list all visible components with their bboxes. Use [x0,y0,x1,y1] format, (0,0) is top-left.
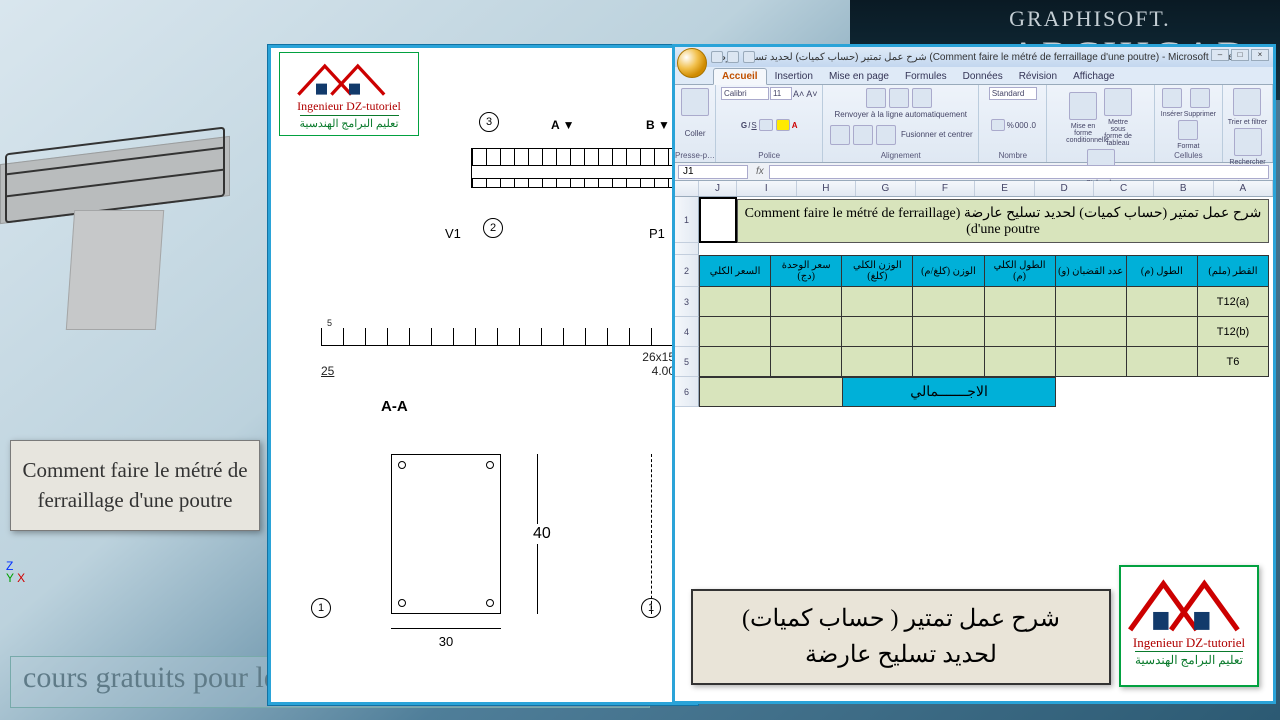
font-name[interactable]: Calibri [721,87,769,100]
active-cell[interactable] [699,197,737,243]
section-AA: A-A 40 30 1 1 [311,398,695,702]
format-table-icon[interactable] [1104,88,1132,116]
window-controls[interactable]: –□× [1211,49,1269,61]
section-arrow-B: B ▼ [646,118,670,132]
grid-bubble-3: 3 [479,112,499,132]
channel-logo-large: Ingenieur DZ-tutoriel تعليم البرامج الهن… [1119,565,1259,687]
table-header-row[interactable]: القطر (ملم)الطول (م)عدد القضبان (و)الطول… [699,255,1269,287]
insert-icon[interactable] [1162,88,1182,108]
ribbon: Coller Presse-p… Calibri11A˄ A˅ G I S A … [675,85,1273,163]
tab-insertion[interactable]: Insertion [767,69,821,84]
table-row: T6 [699,347,1269,377]
dimension-scale: 5 26x15 254.00 [321,318,675,378]
table-row: T12(a) [699,287,1269,317]
beam-elevation: 3 A ▼ B ▼ 2 V1 P1 [411,108,695,268]
section-arrow-A: A ▼ [551,118,574,132]
cond-format-icon[interactable] [1069,92,1097,120]
worksheet[interactable]: J I H G F E D C B A 1 2 3 4 5 6 شرح عمل … [675,181,1273,541]
beam-elevation-bar [471,148,695,188]
tab-donnees[interactable]: Données [955,69,1011,84]
tab-mise-en-page[interactable]: Mise en page [821,69,897,84]
channel-logo: Ingenieur DZ-tutoriel تعليم البرامج الهن… [279,52,419,136]
sort-filter-icon[interactable] [1233,88,1261,116]
font-color-icon[interactable]: A [792,121,798,130]
quick-access-toolbar[interactable] [711,50,755,64]
total-row[interactable]: الاجـــــــمالي [699,377,1269,407]
caption-french: Comment faire le métré de ferraillage d'… [10,440,260,531]
formula-input[interactable] [769,165,1269,179]
tab-formules[interactable]: Formules [897,69,955,84]
label-P1: P1 [649,226,665,241]
number-format[interactable]: Standard [989,87,1037,100]
office-button[interactable] [677,48,707,78]
formula-bar[interactable]: J1 fx [675,163,1273,181]
delete-icon[interactable] [1190,88,1210,108]
align-top-icon[interactable] [866,88,886,108]
excel-window: شرح عمل تمتير (حساب كميات) لحديد تسليح ع… [672,44,1276,704]
font-size[interactable]: 11 [770,87,792,100]
column-headers[interactable]: J I H G F E D C B A [675,181,1273,197]
table-body[interactable]: T12(a) T12(b) T6 [699,287,1269,377]
ribbon-tabs[interactable]: Accueil Insertion Mise en page Formules … [675,67,1273,85]
merge-center[interactable]: Fusionner et centrer [901,130,973,139]
find-select-icon[interactable] [1234,128,1262,156]
fx-label[interactable]: fx [751,166,769,177]
axis-triad: Z Y X [6,560,25,584]
grid-bubble-1a: 1 [311,598,331,618]
name-box[interactable]: J1 [678,165,748,179]
tab-accueil[interactable]: Accueil [713,68,767,85]
excel-titlebar: شرح عمل تمتير (حساب كميات) لحديد تسليح ع… [675,47,1273,67]
format-icon[interactable] [1178,120,1198,140]
grid-bubble-2: 2 [483,218,503,238]
paste-icon[interactable] [681,88,709,116]
border-icon[interactable] [759,119,773,131]
tab-revision[interactable]: Révision [1011,69,1065,84]
tab-affichage[interactable]: Affichage [1065,69,1123,84]
label-V1: V1 [445,226,461,241]
dim-height: 40 [531,454,561,614]
section-rect [391,454,501,614]
rebar-3d-render [0,110,240,280]
brand-line1: GRAPHISOFT. [1009,6,1250,32]
section-title: A-A [381,398,408,415]
dim-width: 30 [391,628,501,649]
table-row: T12(b) [699,317,1269,347]
caption-arabic: شرح عمل تمتير ( حساب كميات)لحديد تسليح ع… [691,589,1111,685]
cad-drawing-window: Ingenieur DZ-tutoriel تعليم البرامج الهن… [268,45,698,705]
fill-color-icon[interactable] [776,119,790,131]
sheet-title-cell[interactable]: شرح عمل تمتير (حساب كميات) لحديد تسليح ع… [737,199,1269,243]
wrap-text[interactable]: Renvoyer à la ligne automatiquement [834,110,967,119]
